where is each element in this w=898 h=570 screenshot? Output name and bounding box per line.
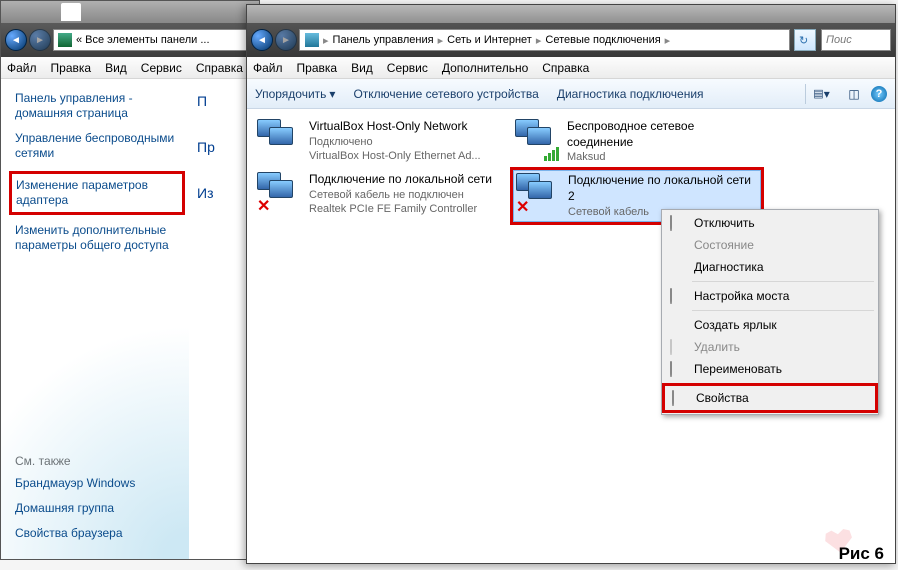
disconnected-icon: ✕	[257, 196, 270, 216]
menu-help[interactable]: Справка	[542, 61, 589, 75]
title-tab	[61, 3, 81, 21]
crumb-network-internet[interactable]: Сеть и Интернет	[444, 34, 535, 46]
content-area: VirtualBox Host-Only Network Подключено …	[247, 109, 895, 563]
heading-fragment-1: П	[197, 93, 251, 109]
network-adapter-icon: ✕	[516, 173, 562, 215]
back-button[interactable]: ◄	[251, 29, 273, 51]
context-menu: Отключить Состояние Диагностика Настройк…	[661, 209, 879, 415]
forward-button[interactable]: ►	[29, 29, 51, 51]
shield-icon	[670, 288, 672, 304]
ctx-bridge[interactable]: Настройка моста	[664, 285, 876, 307]
menu-file[interactable]: Файл	[7, 61, 37, 75]
address-text: « Все элементы панели ...	[76, 34, 210, 46]
separator	[692, 281, 874, 282]
view-mode-dropdown[interactable]: ▤▾	[805, 84, 837, 104]
ctx-properties[interactable]: Свойства	[666, 387, 874, 409]
toolbar: Упорядочить ▾ Отключение сетевого устрой…	[247, 79, 895, 109]
sidebar-adapter-params[interactable]: Изменение параметров адаптера	[16, 178, 178, 208]
menu-file[interactable]: Файл	[253, 61, 283, 75]
menu-view[interactable]: Вид	[351, 61, 373, 75]
shield-icon	[670, 361, 672, 377]
chevron-icon[interactable]: ▸	[535, 34, 543, 47]
network-adapter-icon	[257, 119, 303, 161]
wifi-adapter-icon	[515, 119, 561, 161]
back-button[interactable]: ◄	[5, 29, 27, 51]
sidebar-firewall[interactable]: Брандмауэр Windows	[15, 476, 179, 491]
conn-device: VirtualBox Host-Only Ethernet Ad...	[309, 149, 481, 163]
sidebar-browser-props[interactable]: Свойства браузера	[15, 526, 179, 541]
front-window: ◄ ► ▸ Панель управления ▸ Сеть и Интерне…	[246, 4, 896, 564]
menu-edit[interactable]: Правка	[297, 61, 338, 75]
disconnected-icon: ✕	[516, 197, 529, 217]
shield-icon	[670, 215, 672, 231]
chevron-icon[interactable]: ▸	[322, 34, 330, 47]
control-panel-icon	[58, 33, 72, 47]
shield-icon	[672, 390, 674, 406]
crumb-control-panel[interactable]: Панель управления	[330, 34, 437, 46]
chevron-icon[interactable]: ▸	[437, 34, 445, 47]
ctx-disable[interactable]: Отключить	[664, 212, 876, 234]
front-menubar: Файл Правка Вид Сервис Дополнительно Спр…	[247, 57, 895, 79]
menu-advanced[interactable]: Дополнительно	[442, 61, 528, 75]
separator	[692, 383, 874, 384]
refresh-icon: ↻	[799, 34, 811, 46]
front-titlebar[interactable]	[247, 5, 895, 23]
heading-fragment-2: Пр	[197, 139, 251, 155]
conn-status: Maksud	[567, 150, 759, 164]
sidebar-sharing[interactable]: Изменить дополнительные параметры общего…	[15, 223, 179, 253]
conn-name: Беспроводное сетевое соединение	[567, 119, 759, 150]
menu-edit[interactable]: Правка	[51, 61, 92, 75]
back-menubar: Файл Правка Вид Сервис Справка	[1, 57, 259, 79]
conn-name: VirtualBox Host-Only Network	[309, 119, 481, 135]
network-adapter-icon: ✕	[257, 172, 303, 214]
separator	[692, 310, 874, 311]
refresh-button[interactable]: ↻	[794, 29, 816, 51]
conn-status: Подключено	[309, 135, 481, 149]
heading-fragment-3: Из	[197, 185, 251, 201]
preview-pane-icon[interactable]: ◫	[845, 86, 863, 102]
highlight-adapter-params: Изменение параметров адаптера	[9, 171, 185, 215]
back-titlebar[interactable]	[1, 1, 259, 23]
conn-name: Подключение по локальной сети	[309, 172, 492, 188]
conn-status: Сетевой кабель не подключен	[309, 188, 492, 202]
menu-help[interactable]: Справка	[196, 61, 243, 75]
forward-button[interactable]: ►	[275, 29, 297, 51]
sidebar-home[interactable]: Панель управления - домашняя страница	[15, 91, 179, 121]
tb-disable-device[interactable]: Отключение сетевого устройства	[353, 87, 538, 101]
connection-lan1[interactable]: ✕ Подключение по локальной сети Сетевой …	[255, 170, 503, 221]
sidebar: Панель управления - домашняя страница Уп…	[1, 79, 189, 559]
ctx-status: Состояние	[664, 234, 876, 256]
ctx-diag[interactable]: Диагностика	[664, 256, 876, 278]
network-icon	[305, 33, 319, 47]
tiles-icon: ▤	[813, 87, 823, 100]
connection-vbox[interactable]: VirtualBox Host-Only Network Подключено …	[255, 117, 503, 166]
chevron-icon[interactable]: ▸	[664, 34, 672, 47]
ctx-delete: Удалить	[664, 336, 876, 358]
ctx-rename[interactable]: Переименовать	[664, 358, 876, 380]
back-navbar: ◄ ► « Все элементы панели ...	[1, 23, 259, 57]
sidebar-homegroup[interactable]: Домашняя группа	[15, 501, 179, 516]
search-input[interactable]: Поис	[821, 29, 891, 51]
conn-device: Realtek PCIe FE Family Controller	[309, 202, 492, 216]
help-icon[interactable]: ?	[871, 86, 887, 102]
connection-wifi[interactable]: Беспроводное сетевое соединение Maksud	[513, 117, 761, 166]
tb-diagnose[interactable]: Диагностика подключения	[557, 87, 704, 101]
see-also-heading: См. также	[15, 454, 179, 468]
menu-tools[interactable]: Сервис	[387, 61, 428, 75]
back-window: ◄ ► « Все элементы панели ... Файл Правк…	[0, 0, 260, 560]
conn-name: Подключение по локальной сети 2	[568, 173, 758, 204]
tb-organize[interactable]: Упорядочить ▾	[255, 87, 335, 101]
figure-caption: Рис 6	[839, 544, 884, 564]
menu-view[interactable]: Вид	[105, 61, 127, 75]
shield-icon	[670, 339, 672, 355]
crumb-network-connections[interactable]: Сетевые подключения	[542, 34, 663, 46]
sidebar-wireless[interactable]: Управление беспроводными сетями	[15, 131, 179, 161]
front-navbar: ◄ ► ▸ Панель управления ▸ Сеть и Интерне…	[247, 23, 895, 57]
ctx-shortcut[interactable]: Создать ярлык	[664, 314, 876, 336]
address-bar-back[interactable]: « Все элементы панели ...	[53, 29, 255, 51]
menu-tools[interactable]: Сервис	[141, 61, 182, 75]
address-bar[interactable]: ▸ Панель управления ▸ Сеть и Интернет ▸ …	[299, 29, 790, 51]
dropdown-icon: ▾	[329, 87, 335, 101]
